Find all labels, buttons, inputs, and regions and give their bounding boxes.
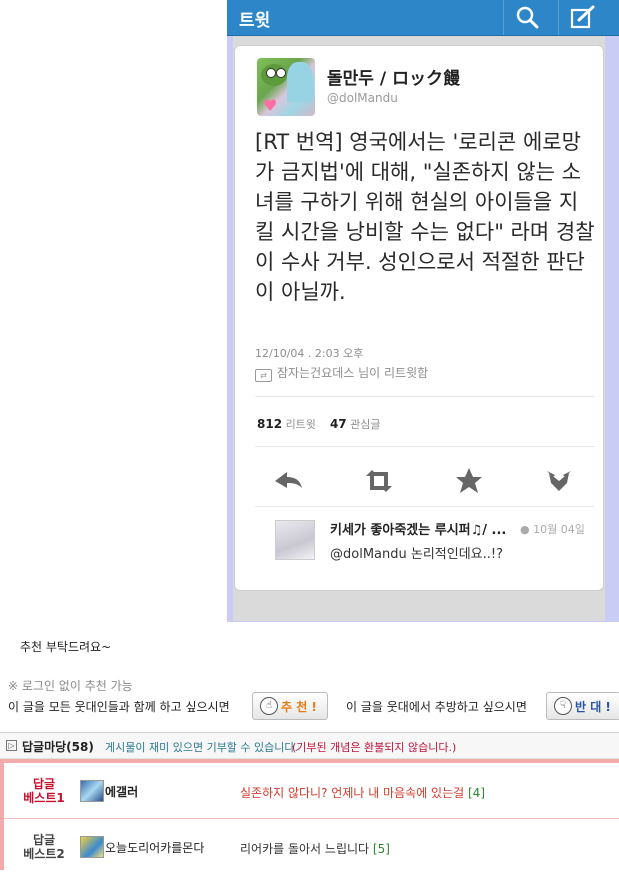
favorite-button bbox=[449, 461, 489, 501]
retweet-button bbox=[359, 461, 399, 501]
divider bbox=[255, 506, 595, 507]
rank-line2: 베스트1 bbox=[23, 791, 65, 805]
retweeted-by-text: 잠자는건요데스 님이 리트윗함 bbox=[277, 366, 429, 380]
post-request-text: 추천 부탁드려요~ bbox=[20, 640, 112, 654]
tweet-text: [RT 번역] 영국에서는 '로리콘 에로망가 금지법'에 대해, "실존하지 … bbox=[255, 130, 595, 304]
best-comment-row: 답글 베스트1 에갤러 실존하지 않다니? 언제나 내 마음속에 있는걸 [4] bbox=[4, 763, 619, 819]
compose-icon bbox=[570, 5, 595, 29]
best-comments: 답글 베스트1 에갤러 실존하지 않다니? 언제나 내 마음속에 있는걸 [4]… bbox=[0, 759, 619, 870]
best-rank-label: 답글 베스트2 bbox=[22, 833, 66, 861]
reply-item: 키세가 좋아죽겠는 루시퍼♫/ ... ● 10월 04일 @dolMandu … bbox=[254, 509, 594, 579]
comment-user-name[interactable]: 에갤러 bbox=[105, 783, 138, 800]
refund-note: (기부된 개념은 환불되지 않습니다.) bbox=[292, 741, 457, 754]
reply-text: @dolMandu 논리적인데요..!? bbox=[330, 547, 503, 562]
author-avatar: ♥ bbox=[257, 58, 315, 116]
retweeted-by: ⇄ 잠자는건요데스 님이 리트윗함 bbox=[255, 364, 428, 382]
author-handle: @dolMandu bbox=[327, 91, 398, 105]
comment-recommend-count: [4] bbox=[468, 786, 485, 800]
retweet-count-label: 리트윗 bbox=[285, 418, 316, 431]
comment-user-name[interactable]: 오늘도리어카를몬다 bbox=[105, 839, 204, 856]
search-icon bbox=[516, 6, 539, 29]
more-button bbox=[539, 461, 579, 501]
divider bbox=[255, 446, 595, 447]
rank-line1: 답글 bbox=[32, 777, 56, 791]
divider bbox=[255, 396, 595, 397]
tweet-card: ♥ 돌만두 / ロック饅 @dolMandu [RT 번역] 영국에서는 '로리… bbox=[234, 45, 604, 591]
user-avatar[interactable] bbox=[80, 780, 104, 802]
rank-line2: 베스트2 bbox=[23, 847, 65, 861]
tweet-stats: 812 리트윗 47 관심글 bbox=[257, 416, 381, 432]
reply-avatar bbox=[275, 520, 315, 560]
comment-section-title: 답글마당(58) bbox=[22, 738, 94, 755]
frog-hat-icon bbox=[261, 64, 287, 86]
reply-timestamp: ● 10월 04일 bbox=[520, 521, 585, 537]
thumbs-down-icon: ☟ bbox=[554, 697, 572, 715]
star-icon bbox=[456, 468, 482, 493]
retweet-small-icon: ⇄ bbox=[255, 369, 272, 382]
favorite-count-label: 관심글 bbox=[350, 418, 381, 431]
comment-section-header: ▷ 답글마당(58) 게시물이 재미 있으면 기부할 수 있습니다. (기부된 … bbox=[0, 732, 619, 759]
comment-text: 실존하지 않다니? 언제나 내 마음속에 있는걸 [4] bbox=[240, 784, 485, 801]
tweet-actions bbox=[235, 461, 603, 501]
expand-icon[interactable]: ▷ bbox=[6, 740, 17, 751]
comment-body: 실존하지 않다니? 언제나 내 마음속에 있는걸 bbox=[240, 786, 465, 800]
oppose-label: 반 대 ! bbox=[575, 700, 611, 714]
author-name: 돌만두 / ロック饅 bbox=[327, 69, 460, 89]
oppose-button[interactable]: ☟ 반 대 ! bbox=[546, 692, 619, 720]
reply-icon bbox=[275, 472, 302, 488]
best-rank-label: 답글 베스트1 bbox=[22, 777, 66, 805]
thumbs-up-icon: ☝ bbox=[260, 697, 278, 715]
user-avatar[interactable] bbox=[80, 836, 104, 858]
compose-button bbox=[558, 0, 603, 35]
retweet-count: 812 bbox=[257, 417, 283, 431]
comment-title-text: 답글마당 bbox=[22, 740, 67, 754]
favorite-count: 47 bbox=[329, 417, 347, 431]
reply-time-text: 10월 04일 bbox=[533, 523, 585, 536]
comment-bubble-icon: ● bbox=[520, 523, 530, 536]
comment-text: 리어카를 돌아서 느립니다 [5] bbox=[240, 840, 390, 857]
share-icon bbox=[547, 471, 571, 491]
recommend-button[interactable]: ☝ 추 천 ! bbox=[252, 692, 328, 720]
tweet-detail-panel: ♥ 돌만두 / ロック饅 @dolMandu [RT 번역] 영국에서는 '로리… bbox=[233, 36, 605, 621]
tweet-timestamp: 12/10/04 . 2:03 오후 bbox=[255, 347, 364, 360]
comment-recommend-count: [5] bbox=[372, 842, 390, 856]
comment-count: (58) bbox=[66, 740, 94, 754]
tweet-screenshot: 트윗 ♥ 돌만두 / ロック饅 @dolMandu [RT 번역] 영국에서는 … bbox=[227, 0, 619, 622]
recommend-label: 추 천 ! bbox=[281, 700, 317, 714]
donation-note: 게시물이 재미 있으면 기부할 수 있습니다. bbox=[105, 741, 299, 754]
oppose-prompt: 이 글을 웃대에서 추방하고 싶으시면 bbox=[346, 700, 527, 714]
rank-line1: 답글 bbox=[32, 833, 56, 847]
login-note: ※ 로그인 없이 추천 가능 bbox=[8, 679, 133, 693]
header-title: 트윗 bbox=[239, 11, 271, 31]
recommend-prompt: 이 글을 모든 웃대인들과 함께 하고 싶으시면 bbox=[8, 700, 230, 714]
search-button bbox=[503, 0, 548, 35]
comment-body: 리어카를 돌아서 느립니다 bbox=[240, 842, 370, 856]
retweet-icon bbox=[366, 470, 392, 492]
reply-author-name: 키세가 좋아죽겠는 루시퍼♫/ ... bbox=[330, 523, 507, 538]
twitter-header: 트윗 bbox=[227, 0, 619, 36]
reply-button bbox=[269, 461, 309, 501]
best-comment-row: 답글 베스트2 오늘도리어카를몬다 리어카를 돌아서 느립니다 [5] bbox=[4, 819, 619, 874]
heart-icon: ♥ bbox=[263, 96, 278, 115]
